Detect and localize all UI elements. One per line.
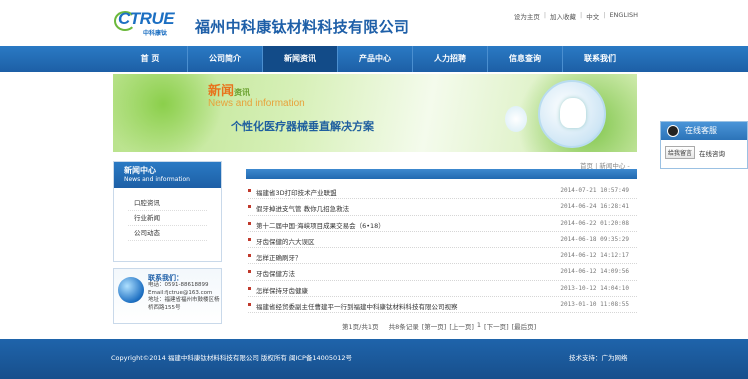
banner-subtitle: News and information	[208, 98, 305, 109]
record-count: 共8条记录	[388, 323, 419, 331]
news-title[interactable]: 牙齿保健方法	[256, 268, 295, 278]
online-service-header: 在线客服	[661, 122, 747, 140]
news-title[interactable]: 福建省3D打印技术产业联盟	[256, 187, 337, 197]
leave-message-button[interactable]: 给我留言	[665, 146, 696, 159]
bullet-icon	[248, 221, 251, 225]
bullet-icon	[248, 286, 251, 290]
online-service-title: 在线客服	[685, 126, 717, 135]
news-date: 2013-01-10 11:08:55	[560, 301, 629, 309]
sidebar-title: 新闻中心	[124, 166, 156, 175]
news-row[interactable]: 第十二届中国·海峡项目成果交易会（6•18） 2014-06-22 01:20:…	[248, 216, 637, 232]
news-row[interactable]: 福建省经贸委副主任曹建平一行到福建中科康钛材料科技有限公司视察 2013-01-…	[248, 297, 637, 314]
bullet-icon	[248, 189, 251, 192]
sidebar-item-industry-news[interactable]: 行业新闻	[128, 211, 207, 226]
contact-address: 地址：福建省福州市鼓楼区杨桥西路155号	[148, 297, 220, 311]
news-title[interactable]: 福建省经贸委副主任曹建平一行到福建中科康钛材料科技有限公司视察	[256, 301, 458, 311]
news-row[interactable]: 牙齿保健的六大误区 2014-06-18 09:35:29	[248, 232, 637, 249]
page-info: 第1页/共1页	[342, 323, 379, 331]
last-page-link[interactable]: [最后页]	[512, 321, 537, 331]
contact-box: 联系我们： 电话：0591-88618899 Email:fjctrue@163…	[113, 268, 222, 324]
banner-title-small: 资讯	[234, 88, 251, 97]
copyright: Copyright©2014 福建中科康钛材料科技有限公司 版权所有 闽ICP备…	[111, 354, 352, 362]
tooth-icon	[505, 106, 527, 132]
leaf-decoration	[113, 74, 223, 152]
logo[interactable]: CTRUE	[118, 9, 175, 29]
online-consult-link[interactable]: 在线咨询	[699, 148, 725, 158]
news-date: 2014-06-12 14:09:56	[560, 268, 629, 276]
chinese-link[interactable]: 中文	[586, 11, 599, 21]
contact-phone: 电话：0591-88618899	[148, 282, 209, 288]
nav-query[interactable]: 信息查询	[488, 46, 563, 72]
bullet-icon	[248, 303, 251, 307]
globe-icon	[118, 277, 144, 303]
news-title[interactable]: 第十二届中国·海峡项目成果交易会（6•18）	[256, 220, 385, 230]
footer: Copyright©2014 福建中科康钛材料科技有限公司 版权所有 闽ICP备…	[0, 339, 748, 379]
news-date: 2014-06-12 14:12:17	[560, 252, 629, 260]
news-list-header-bar	[246, 169, 637, 179]
header: CTRUE 中科康钛 福州中科康钛材料科技有限公司 设为主页 | 加入收藏 | …	[0, 0, 748, 46]
pagination: 第1页/共1页 共8条记录 [第一页] [上一页] 1 [下一页] [最后页]	[342, 321, 536, 331]
sidebar-item-oral-news[interactable]: 口腔资讯	[128, 196, 207, 211]
nav-recruitment[interactable]: 人力招聘	[413, 46, 488, 72]
news-date: 2014-07-21 10:57:49	[560, 187, 629, 194]
qq-penguin-icon	[667, 125, 679, 137]
logo-subtitle: 中科康钛	[143, 30, 168, 37]
divider: |	[580, 11, 583, 19]
next-page-link[interactable]: [下一页]	[484, 321, 509, 331]
company-name: 福州中科康钛材料科技有限公司	[195, 18, 410, 36]
add-favorite-link[interactable]: 加入收藏	[550, 11, 576, 21]
nav-contact[interactable]: 联系我们	[563, 46, 637, 72]
tech-support[interactable]: 技术支持：广为网络	[569, 352, 628, 362]
bullet-icon	[248, 205, 251, 209]
news-row[interactable]: 假牙掉进支气管 教你几招急救法 2014-06-24 16:28:41	[248, 199, 637, 216]
current-page: 1	[476, 321, 482, 329]
news-row[interactable]: 怎样保持牙齿健康 2013-10-12 14:04:10	[248, 281, 637, 298]
sidebar-list: 口腔资讯 行业新闻 公司动态	[114, 188, 221, 249]
nav-news[interactable]: 新闻资讯	[263, 46, 338, 72]
contact-email[interactable]: Email:fjctrue@163.com	[148, 290, 220, 298]
online-service-body: 给我留言 在线咨询	[661, 140, 747, 165]
bullet-icon	[248, 237, 251, 241]
online-service-widget: 在线客服 给我留言 在线咨询	[660, 121, 748, 169]
contact-details: 电话：0591-88618899 Email:fjctrue@163.com 地…	[148, 282, 220, 312]
divider: |	[603, 11, 606, 19]
banner: 新闻资讯 News and information 个性化医疗器械垂直解决方案	[113, 74, 637, 152]
bullet-icon	[248, 254, 251, 258]
nav-products[interactable]: 产品中心	[338, 46, 413, 72]
banner-title-main: 新闻	[208, 84, 235, 99]
divider: |	[543, 11, 547, 19]
news-title[interactable]: 牙齿保健的六大误区	[256, 236, 315, 246]
sidebar-title-en: News and information	[124, 176, 190, 183]
news-row[interactable]: 牙齿保健方法 2014-06-12 14:09:56	[248, 264, 637, 281]
news-date: 2014-06-18 09:35:29	[560, 235, 629, 243]
english-link[interactable]: ENGLISH	[609, 11, 638, 21]
news-list: 福建省3D打印技术产业联盟 2014-07-21 10:57:49 假牙掉进支气…	[248, 183, 637, 314]
news-date: 2014-06-24 16:28:41	[560, 203, 629, 211]
sidebar-header: 新闻中心 News and information	[114, 162, 221, 188]
nav-items: 首 页 公司简介 新闻资讯 产品中心 人力招聘 信息查询 联系我们	[113, 46, 637, 72]
sidebar-item-company-news[interactable]: 公司动态	[128, 226, 207, 241]
page: CTRUE 中科康钛 福州中科康钛材料科技有限公司 设为主页 | 加入收藏 | …	[0, 0, 748, 379]
banner-title: 新闻资讯	[208, 80, 250, 99]
news-date: 2014-06-22 01:20:08	[560, 219, 629, 227]
banner-slogan: 个性化医疗器械垂直解决方案	[231, 120, 374, 133]
tooth-circle-icon	[538, 80, 606, 148]
news-title[interactable]: 怎样正确刷牙？	[256, 252, 302, 262]
main-nav: 首 页 公司简介 新闻资讯 产品中心 人力招聘 信息查询 联系我们	[0, 46, 748, 72]
nav-about[interactable]: 公司简介	[188, 46, 263, 72]
prev-page-link[interactable]: [上一页]	[449, 321, 474, 331]
sidebar-news-center: 新闻中心 News and information 口腔资讯 行业新闻 公司动态	[113, 161, 222, 262]
news-row[interactable]: 怎样正确刷牙？ 2014-06-12 14:12:17	[248, 248, 637, 265]
top-links: 设为主页 | 加入收藏 | 中文 | ENGLISH	[514, 11, 638, 21]
nav-home[interactable]: 首 页	[113, 46, 188, 72]
news-title[interactable]: 怎样保持牙齿健康	[256, 285, 308, 295]
news-date: 2013-10-12 14:04:10	[560, 284, 629, 292]
first-page-link[interactable]: [第一页]	[422, 321, 447, 331]
news-row[interactable]: 福建省3D打印技术产业联盟 2014-07-21 10:57:49	[248, 183, 637, 200]
bullet-icon	[248, 270, 251, 274]
set-homepage-link[interactable]: 设为主页	[514, 11, 540, 21]
news-title[interactable]: 假牙掉进支气管 教你几招急救法	[256, 203, 349, 213]
